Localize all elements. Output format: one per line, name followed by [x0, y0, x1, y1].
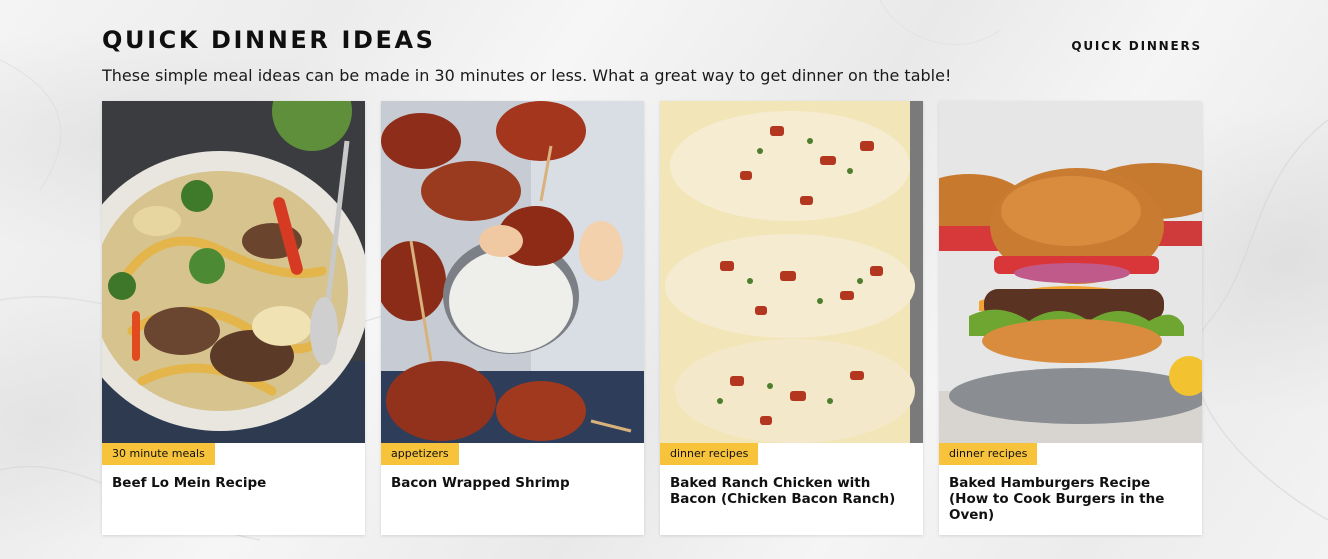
recipe-title[interactable]: Baked Hamburgers Recipe (How to Cook Bur…: [949, 475, 1190, 523]
recipe-title[interactable]: Baked Ranch Chicken with Bacon (Chicken …: [670, 475, 911, 507]
recipe-title[interactable]: Bacon Wrapped Shrimp: [391, 475, 632, 491]
recipe-card[interactable]: dinner recipes Baked Ranch Chicken with …: [660, 101, 923, 535]
quick-dinner-ideas-section: QUICK DINNER IDEAS QUICK DINNERS These s…: [102, 20, 1202, 535]
recipe-card-grid: 30 minute meals Beef Lo Mein Recipe appe…: [102, 101, 1202, 535]
category-tag[interactable]: 30 minute meals: [102, 443, 215, 465]
category-tag[interactable]: dinner recipes: [939, 443, 1038, 465]
recipe-card[interactable]: 30 minute meals Beef Lo Mein Recipe: [102, 101, 365, 535]
baked-ranch-chicken-photo[interactable]: [660, 101, 923, 443]
beef-lo-mein-photo[interactable]: [102, 101, 365, 443]
recipe-card[interactable]: appetizers Bacon Wrapped Shrimp: [381, 101, 644, 535]
section-header: QUICK DINNER IDEAS QUICK DINNERS: [102, 20, 1202, 62]
baked-hamburgers-photo[interactable]: [939, 101, 1202, 443]
section-title: QUICK DINNER IDEAS: [102, 26, 436, 54]
category-tag[interactable]: dinner recipes: [660, 443, 759, 465]
recipe-card[interactable]: dinner recipes Baked Hamburgers Recipe (…: [939, 101, 1202, 535]
bacon-wrapped-shrimp-photo[interactable]: [381, 101, 644, 443]
section-subtitle: These simple meal ideas can be made in 3…: [102, 66, 952, 85]
quick-dinners-link[interactable]: QUICK DINNERS: [1071, 40, 1202, 52]
category-tag[interactable]: appetizers: [381, 443, 459, 465]
recipe-title[interactable]: Beef Lo Mein Recipe: [112, 475, 353, 491]
